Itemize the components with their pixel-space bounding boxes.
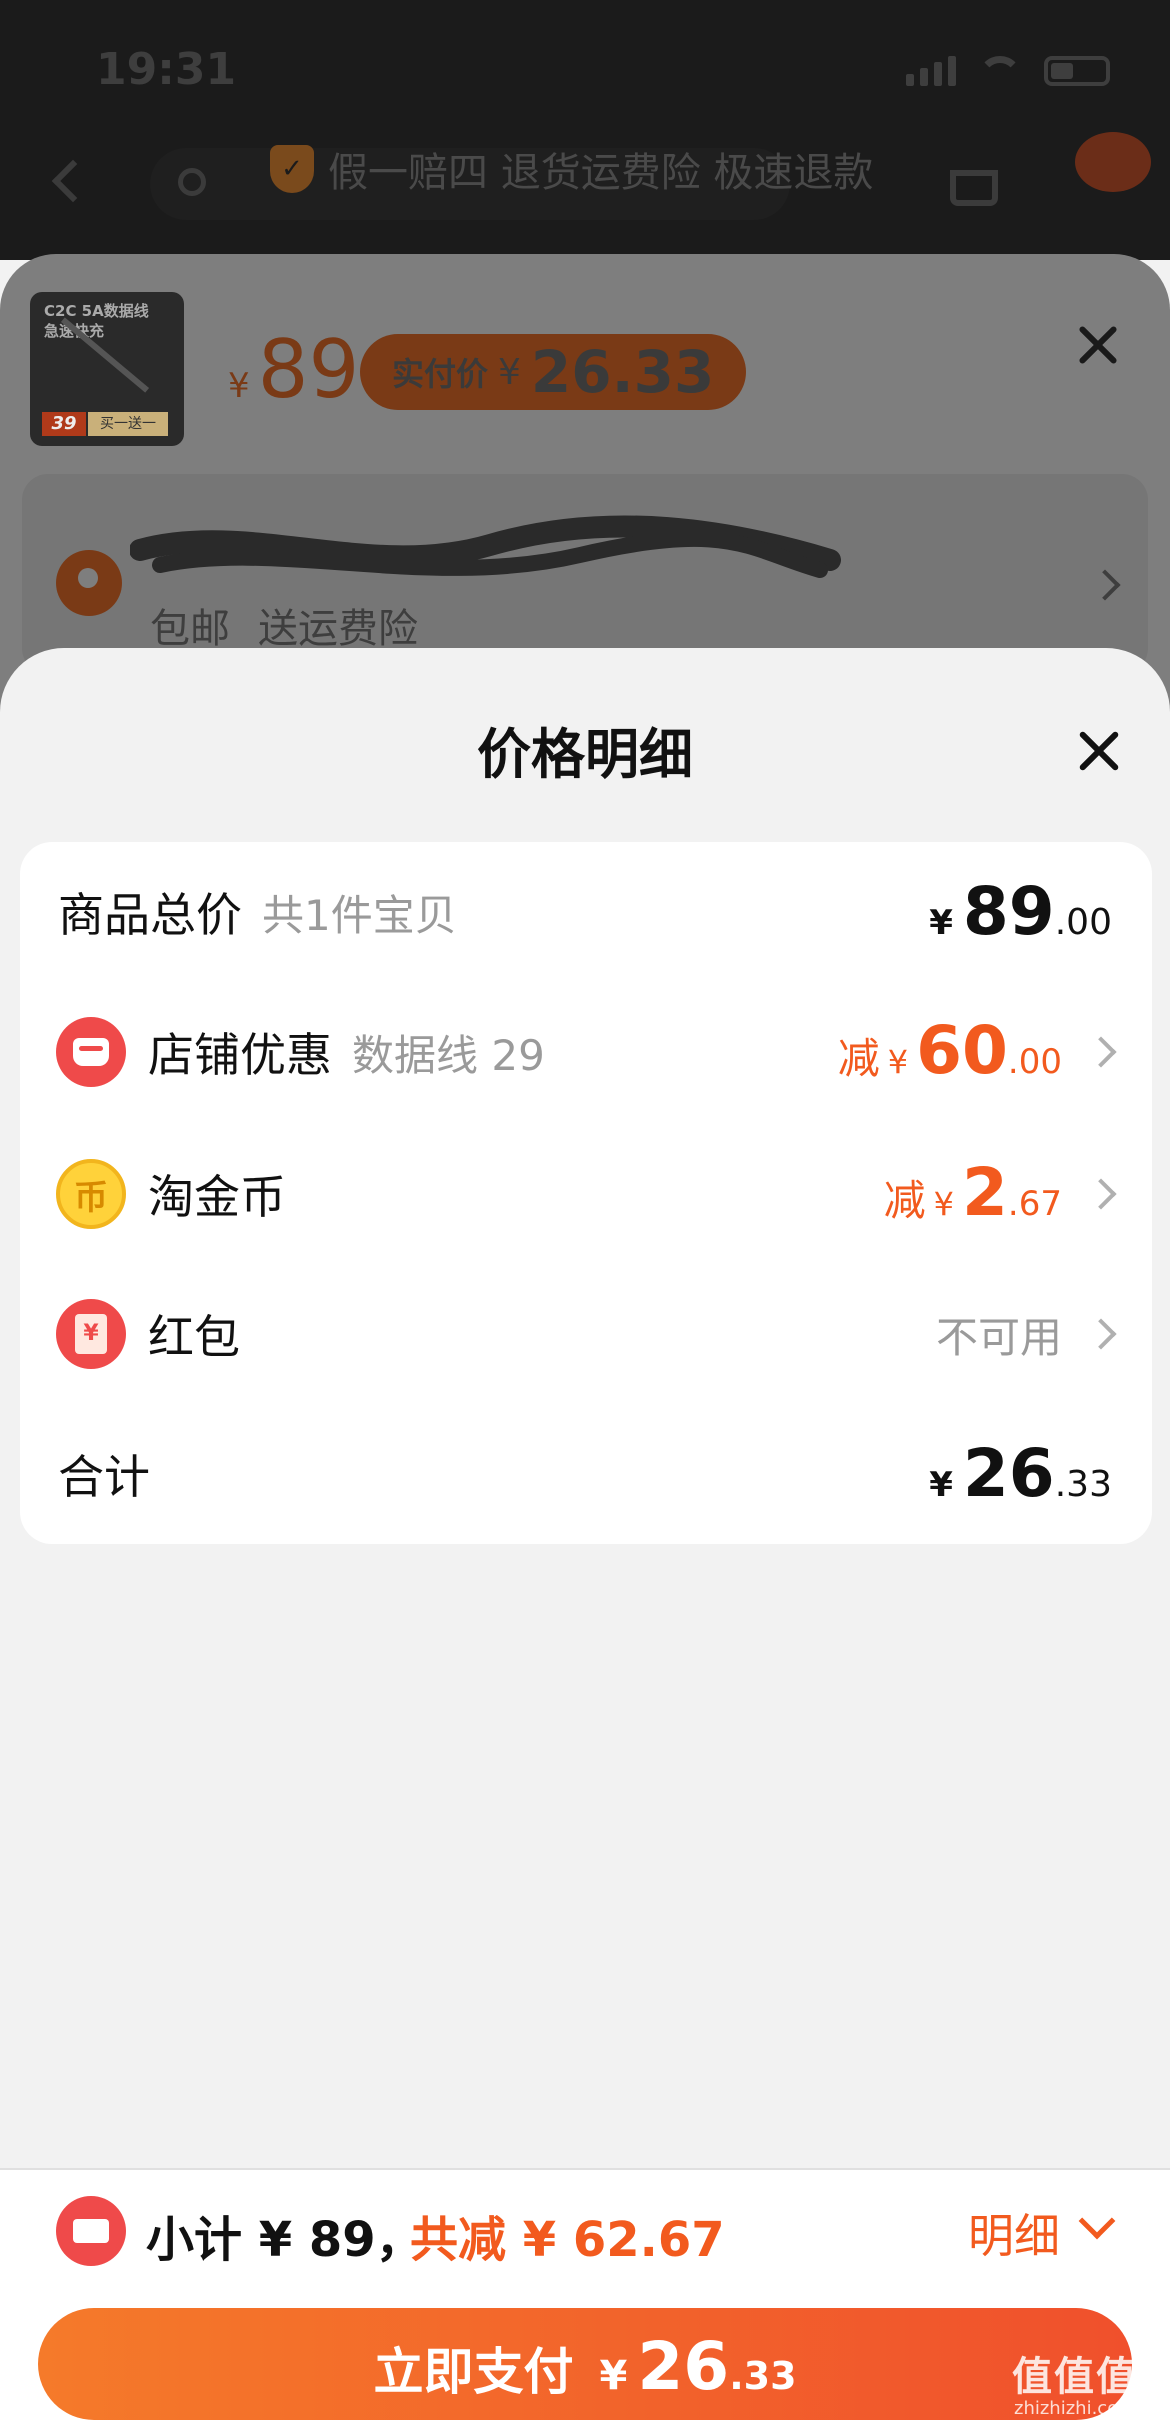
row-label: 商品总价	[58, 888, 242, 942]
price-detail-card: 商品总价 共1件宝贝 ¥ 89 .00 店铺优惠 数据线 29 减 ¥ 60 .…	[20, 842, 1152, 1544]
chevron-right-icon	[1085, 1318, 1117, 1350]
row-label: 红包	[148, 1310, 240, 1364]
battery-icon	[1044, 56, 1110, 86]
row-amount: 减 ¥ 2 .67	[883, 1154, 1062, 1231]
address-tags: 包邮 送运费险	[150, 606, 418, 652]
status-icons	[906, 56, 1110, 86]
chevron-right-icon	[1085, 1036, 1117, 1068]
watermark-url: zhizhizhi.com	[1014, 2398, 1136, 2419]
row-red-packet[interactable]: ¥ 红包 不可用	[20, 1264, 1152, 1404]
watermark: 值值值	[1012, 2354, 1138, 2400]
chevron-right-icon	[1085, 1178, 1117, 1210]
promo-text: 假一赔四 退货运费险 极速退款	[328, 150, 874, 196]
signal-icon	[906, 56, 956, 86]
sheet-title: 价格明细	[477, 723, 693, 786]
ticket-icon	[56, 2196, 126, 2266]
coin-icon: 币	[56, 1159, 126, 1229]
status-time: 19:31	[96, 44, 237, 95]
close-icon[interactable]	[1076, 322, 1120, 366]
sku-price: ¥89	[228, 323, 360, 416]
row-label: 淘金币	[148, 1170, 286, 1224]
promo-banner: ✓ 假一赔四 退货运费险 极速退款	[270, 140, 873, 198]
product-thumbnail[interactable]: C2C 5A数据线 急速快充 39 买一送一	[30, 292, 184, 446]
row-sub: 数据线 29	[352, 1030, 545, 1080]
top-bar	[0, 0, 1170, 260]
search-icon	[178, 168, 206, 196]
row-sub: 共1件宝贝	[262, 890, 457, 940]
redacted-address	[130, 515, 841, 578]
cart-icon[interactable]	[950, 170, 998, 206]
row-label: 店铺优惠	[148, 1028, 332, 1082]
detail-toggle[interactable]: 明细	[968, 2200, 1060, 2266]
row-taojinbi[interactable]: 币 淘金币 减 ¥ 2 .67	[20, 1124, 1152, 1264]
location-pin-icon	[56, 550, 122, 616]
row-label: 合计	[58, 1450, 150, 1504]
actual-price-pill: 实付价 ¥ 26.33	[360, 334, 747, 410]
wifi-icon	[978, 56, 1022, 86]
more-icon[interactable]	[1075, 132, 1151, 192]
row-amount: ¥ 89 .00	[929, 873, 1112, 950]
shop-icon	[56, 1017, 126, 1087]
pay-now-button[interactable]: 立即支付 ¥ 26 .33	[38, 2308, 1132, 2420]
thumb-price-tag: 39	[42, 412, 86, 436]
red-packet-icon: ¥	[56, 1299, 126, 1369]
close-icon[interactable]	[1076, 728, 1122, 774]
row-shop-discount[interactable]: 店铺优惠 数据线 29 减 ¥ 60 .00	[20, 982, 1152, 1122]
row-total: 合计 ¥ 26 .33	[20, 1404, 1152, 1544]
shield-icon: ✓	[270, 145, 314, 193]
total-reduce-text: 共减 ¥ 62.67	[410, 2212, 725, 2268]
row-goods-total: 商品总价 共1件宝贝 ¥ 89 .00	[20, 842, 1152, 982]
row-value: 不可用	[935, 1312, 1062, 1362]
subtotal-text: 小计 ¥ 89，	[146, 2212, 424, 2268]
row-amount: 减 ¥ 60 .00	[837, 1012, 1062, 1089]
row-amount: ¥ 26 .33	[929, 1435, 1112, 1512]
thumb-badge: 买一送一	[88, 412, 168, 436]
